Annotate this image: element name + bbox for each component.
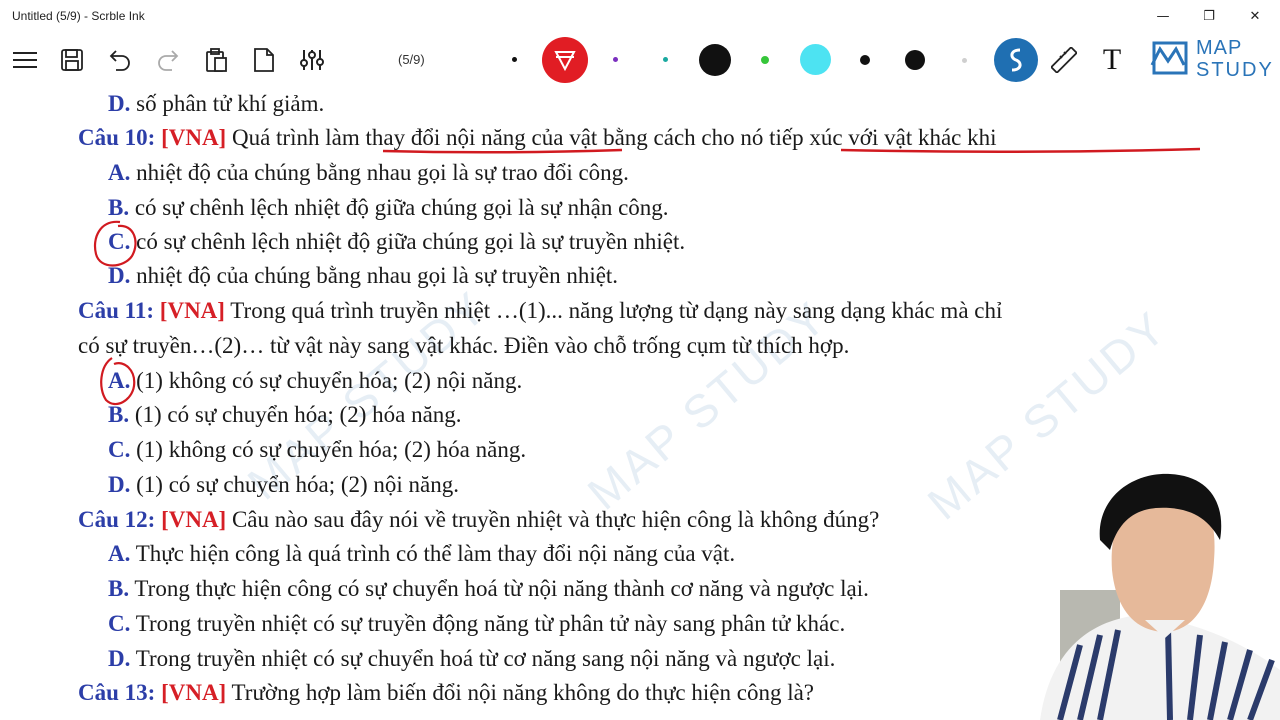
- toolbar: (5/9) T: [0, 32, 1280, 88]
- ruler-icon[interactable]: [1046, 42, 1082, 78]
- text-tool-button[interactable]: T: [1094, 42, 1130, 78]
- page-indicator: (5/9): [398, 52, 425, 67]
- pen-cyan[interactable]: [800, 44, 831, 75]
- document-canvas[interactable]: MAP STUDY MAP STUDY MAP STUDY D. số phân…: [0, 88, 1280, 720]
- title-bar: Untitled (5/9) - Scrble Ink — ❐ ✕: [0, 0, 1280, 32]
- window-title: Untitled (5/9) - Scrble Ink: [12, 9, 145, 23]
- map-study-logo-icon: [1150, 41, 1188, 75]
- undo-icon[interactable]: [102, 42, 138, 78]
- lasso-select-button[interactable]: [994, 38, 1038, 82]
- ink-underline-1: [382, 148, 623, 154]
- pen-size-small[interactable]: [512, 57, 517, 62]
- clipboard-icon[interactable]: [198, 42, 234, 78]
- ink-underline-2: [840, 147, 1201, 154]
- pen-black-medium[interactable]: [860, 55, 870, 65]
- presenter-video: [1000, 470, 1280, 720]
- close-button[interactable]: ✕: [1232, 0, 1278, 32]
- ink-circle-q10-c: [93, 220, 137, 267]
- pen-teal[interactable]: [663, 57, 668, 62]
- settings-sliders-icon[interactable]: [294, 42, 330, 78]
- pen-black-bold[interactable]: [905, 50, 925, 70]
- map-study-logo: MAP STUDY: [1148, 37, 1278, 83]
- highlighter-pen-button[interactable]: [542, 37, 588, 83]
- pen-gray[interactable]: [962, 58, 967, 63]
- redo-icon[interactable]: [150, 42, 186, 78]
- logo-line2: STUDY: [1196, 59, 1274, 81]
- save-icon[interactable]: [54, 42, 90, 78]
- minimize-button[interactable]: —: [1140, 0, 1186, 32]
- pen-green[interactable]: [761, 56, 769, 64]
- ink-circle-q11-a: [100, 357, 136, 406]
- pen-black-large[interactable]: [699, 44, 731, 76]
- pen-purple[interactable]: [613, 57, 618, 62]
- logo-line1: MAP: [1196, 37, 1243, 59]
- maximize-button[interactable]: ❐: [1186, 0, 1232, 32]
- menu-icon[interactable]: [7, 42, 43, 78]
- new-page-icon[interactable]: [246, 42, 282, 78]
